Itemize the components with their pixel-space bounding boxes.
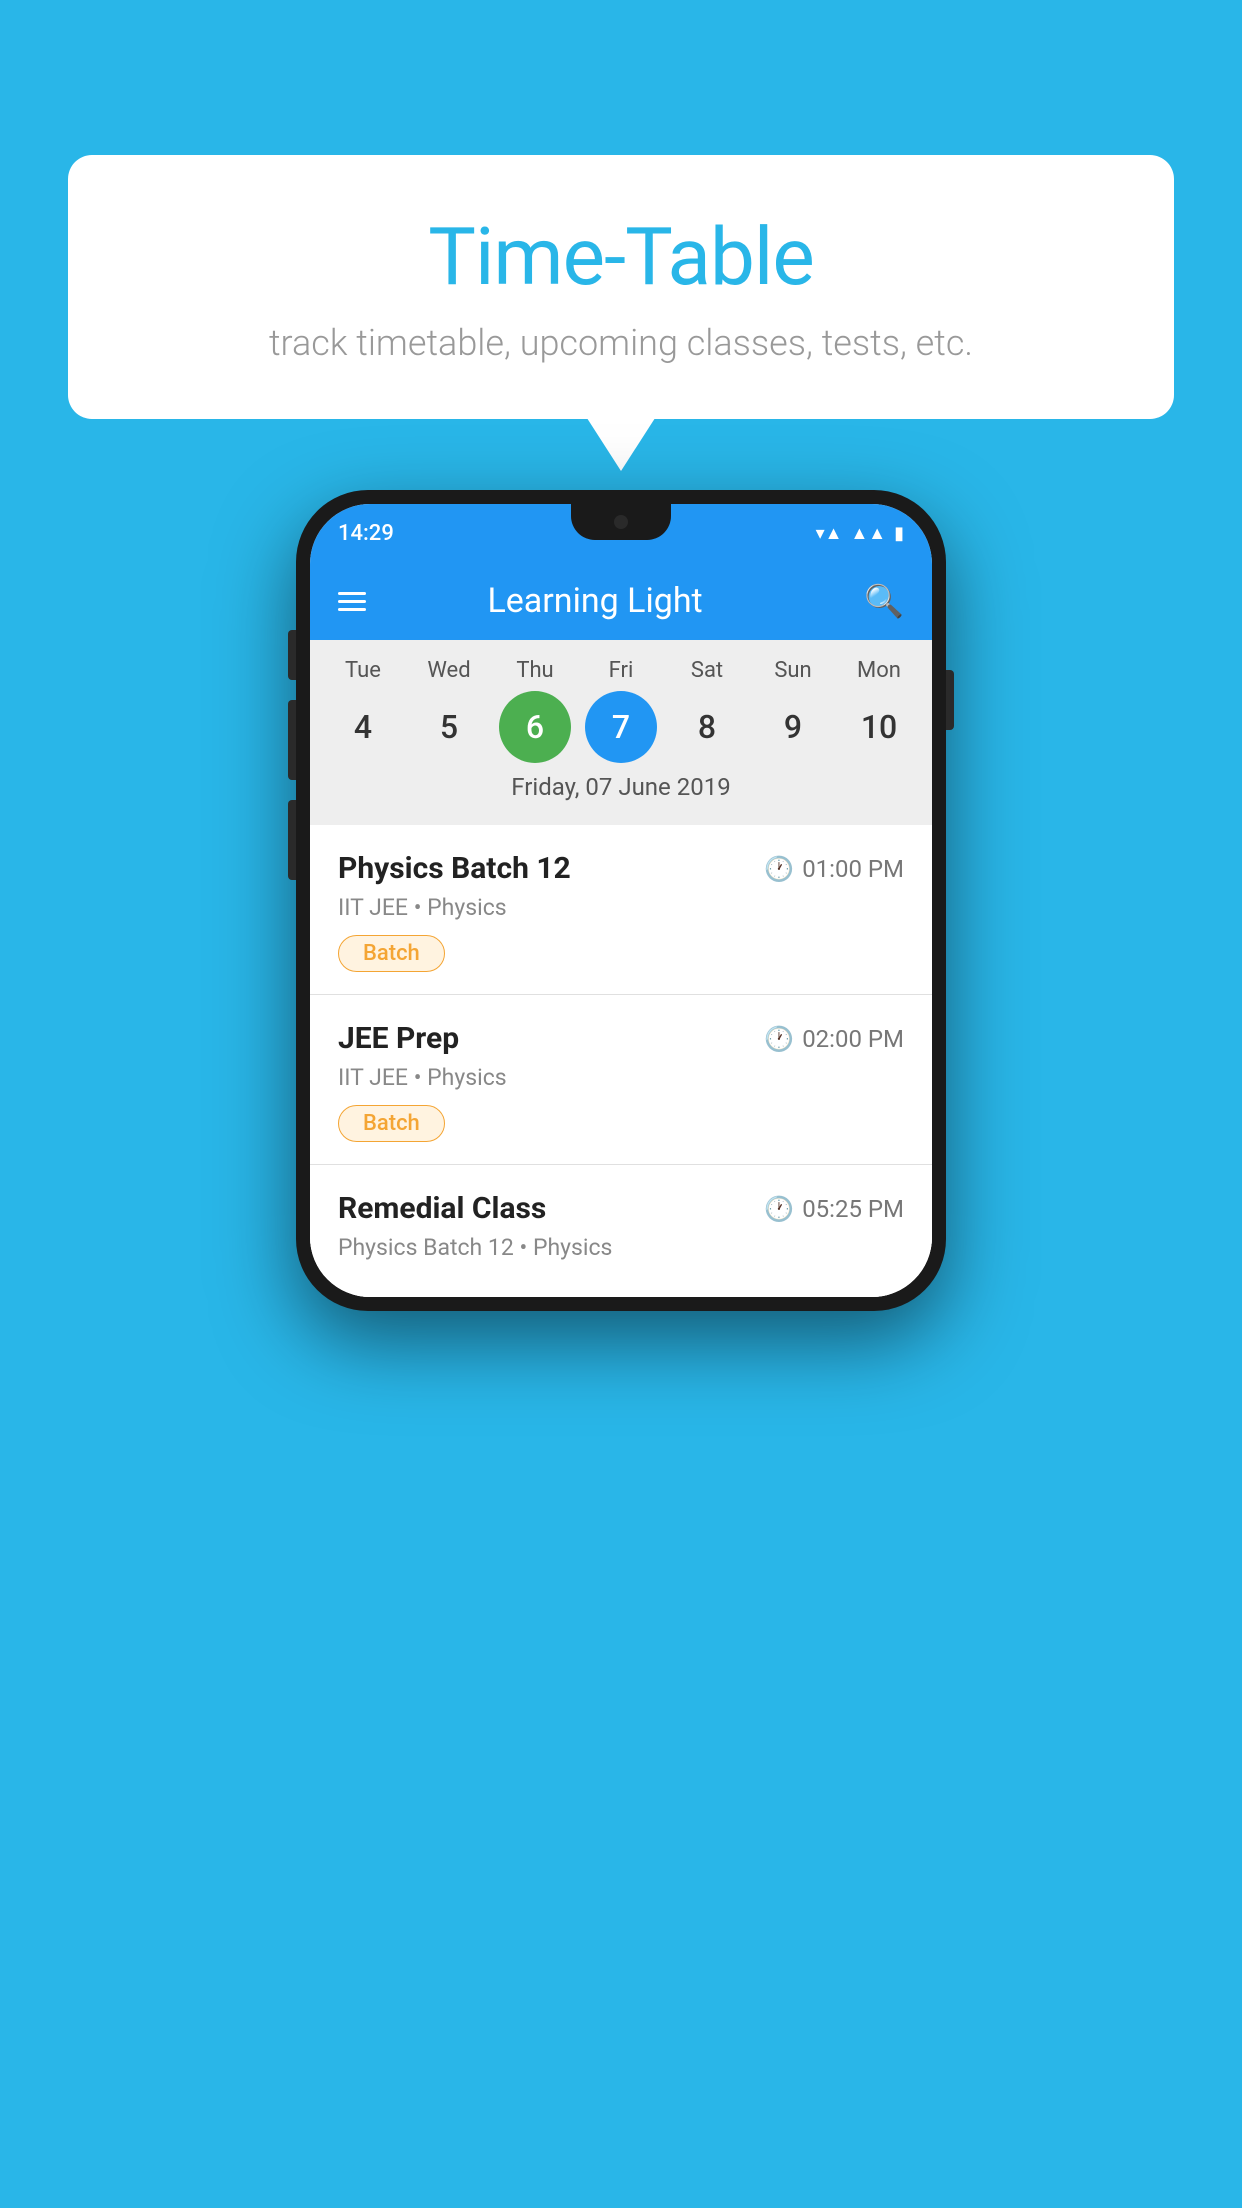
schedule-item-2[interactable]: JEE Prep 🕐 02:00 PM IIT JEE • Physics Ba… <box>310 995 932 1165</box>
silent-button <box>288 630 296 680</box>
schedule-title-3: Remedial Class <box>338 1191 546 1226</box>
wifi-icon: ▾▲ <box>816 523 843 544</box>
speech-bubble: Time-Table track timetable, upcoming cla… <box>68 155 1174 419</box>
time-value-3: 05:25 PM <box>802 1195 904 1223</box>
phone-mockup: 14:29 ▾▲ ▲▲ ▮ Learning Light 🔍 <box>296 490 946 1311</box>
day-6-today[interactable]: 6 <box>499 691 571 763</box>
status-icons: ▾▲ ▲▲ ▮ <box>816 523 904 544</box>
battery-icon: ▮ <box>894 523 904 544</box>
day-header-tue: Tue <box>327 658 399 683</box>
schedule-item-1[interactable]: Physics Batch 12 🕐 01:00 PM IIT JEE • Ph… <box>310 825 932 995</box>
day-headers: Tue Wed Thu Fri Sat Sun Mon <box>310 658 932 683</box>
clock-icon-3: 🕐 <box>764 1195 794 1223</box>
time-value-2: 02:00 PM <box>802 1025 904 1053</box>
schedule-row1-item1: Physics Batch 12 🕐 01:00 PM <box>338 851 904 886</box>
phone-outer: 14:29 ▾▲ ▲▲ ▮ Learning Light 🔍 <box>296 490 946 1311</box>
day-header-sun: Sun <box>757 658 829 683</box>
day-4[interactable]: 4 <box>327 691 399 763</box>
schedule-title-2: JEE Prep <box>338 1021 459 1056</box>
clock-icon-1: 🕐 <box>764 855 794 883</box>
bubble-title: Time-Table <box>128 210 1114 304</box>
schedule-time-1: 🕐 01:00 PM <box>764 855 904 883</box>
day-9[interactable]: 9 <box>757 691 829 763</box>
schedule-time-3: 🕐 05:25 PM <box>764 1195 904 1223</box>
day-header-wed: Wed <box>413 658 485 683</box>
phone-screen: 14:29 ▾▲ ▲▲ ▮ Learning Light 🔍 <box>310 504 932 1297</box>
notch <box>571 504 671 540</box>
batch-badge-1: Batch <box>338 935 445 972</box>
day-7-selected[interactable]: 7 <box>585 691 657 763</box>
schedule-row1-item2: JEE Prep 🕐 02:00 PM <box>338 1021 904 1056</box>
volume-up-button <box>288 700 296 780</box>
schedule-item-3[interactable]: Remedial Class 🕐 05:25 PM Physics Batch … <box>310 1165 932 1297</box>
power-button <box>946 670 954 730</box>
calendar: Tue Wed Thu Fri Sat Sun Mon 4 5 6 7 8 9 … <box>310 640 932 825</box>
search-icon[interactable]: 🔍 <box>864 582 904 620</box>
camera <box>614 515 628 529</box>
schedule-list: Physics Batch 12 🕐 01:00 PM IIT JEE • Ph… <box>310 825 932 1297</box>
schedule-title-1: Physics Batch 12 <box>338 851 571 886</box>
day-header-fri: Fri <box>585 658 657 683</box>
schedule-sub-1: IIT JEE • Physics <box>338 894 904 921</box>
bubble-content: Time-Table track timetable, upcoming cla… <box>68 155 1174 419</box>
clock-icon-2: 🕐 <box>764 1025 794 1053</box>
status-time: 14:29 <box>338 521 394 546</box>
day-8[interactable]: 8 <box>671 691 743 763</box>
batch-badge-2: Batch <box>338 1105 445 1142</box>
status-bar: 14:29 ▾▲ ▲▲ ▮ <box>310 504 932 562</box>
day-5[interactable]: 5 <box>413 691 485 763</box>
schedule-time-2: 🕐 02:00 PM <box>764 1025 904 1053</box>
day-header-thu: Thu <box>499 658 571 683</box>
day-10[interactable]: 10 <box>843 691 915 763</box>
schedule-sub-3: Physics Batch 12 • Physics <box>338 1234 904 1261</box>
day-header-mon: Mon <box>843 658 915 683</box>
bubble-subtitle: track timetable, upcoming classes, tests… <box>128 322 1114 364</box>
day-numbers: 4 5 6 7 8 9 10 <box>310 691 932 763</box>
schedule-row1-item3: Remedial Class 🕐 05:25 PM <box>338 1191 904 1226</box>
app-bar: Learning Light 🔍 <box>310 562 932 640</box>
selected-date: Friday, 07 June 2019 <box>310 763 932 815</box>
time-value-1: 01:00 PM <box>802 855 904 883</box>
schedule-sub-2: IIT JEE • Physics <box>338 1064 904 1091</box>
volume-down-button <box>288 800 296 880</box>
app-title: Learning Light <box>326 581 864 621</box>
signal-icon: ▲▲ <box>850 523 886 544</box>
day-header-sat: Sat <box>671 658 743 683</box>
